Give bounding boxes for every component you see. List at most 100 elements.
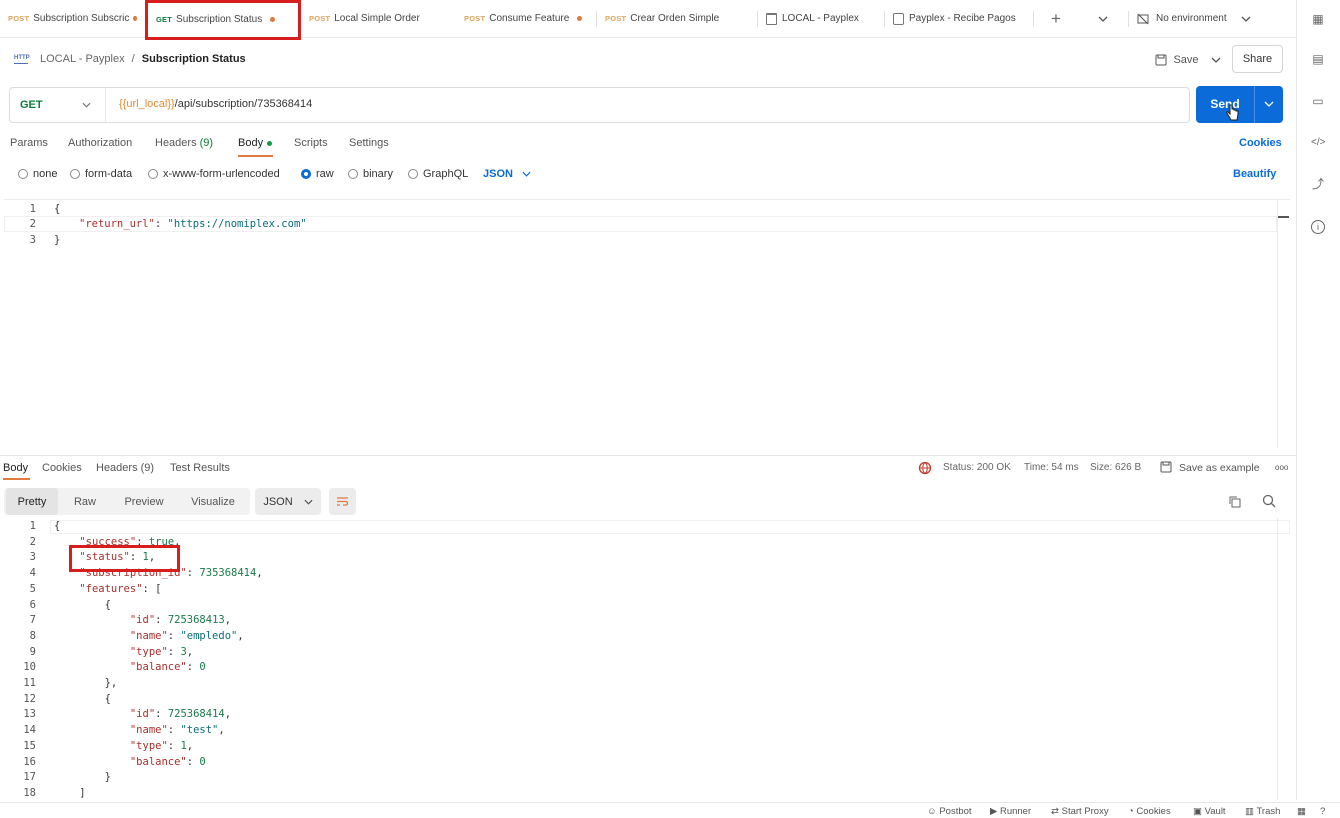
- radio-urlencoded[interactable]: x-www-form-urlencoded: [148, 168, 280, 180]
- tab-consume-feature[interactable]: POST Consume Feature: [456, 0, 596, 38]
- network-icon[interactable]: [918, 461, 932, 475]
- page-title[interactable]: Subscription Status: [142, 53, 246, 65]
- radio-form-data[interactable]: form-data: [70, 168, 132, 180]
- breadcrumb-collection[interactable]: LOCAL - Payplex: [40, 53, 125, 65]
- postbot-button[interactable]: ☺ Postbot: [927, 806, 972, 817]
- cookies-button[interactable]: ◔ Cookies: [1128, 806, 1171, 817]
- layout-icon[interactable]: ▦: [1297, 806, 1306, 817]
- code-line: },: [54, 677, 118, 689]
- tab-subscription-subscribe[interactable]: POST Subscription Subscric: [0, 0, 145, 38]
- share-button[interactable]: Share: [1232, 45, 1283, 73]
- copy-icon[interactable]: [1228, 495, 1241, 508]
- cookies-link[interactable]: Cookies: [1239, 137, 1282, 149]
- tab-headers[interactable]: Headers (9): [155, 137, 213, 149]
- vault-icon: ▣: [1193, 806, 1205, 817]
- new-tab-button[interactable]: +: [1034, 0, 1078, 38]
- line-number: 1: [29, 203, 36, 215]
- status-bar: ☺ Postbot ▶ Runner ⇄ Start Proxy ◔ Cooki…: [0, 802, 1340, 818]
- chevron-down-icon: [1241, 16, 1251, 22]
- line-number: 11: [23, 677, 36, 689]
- response-format-dropdown[interactable]: JSON: [255, 488, 321, 515]
- scrollbar[interactable]: [1277, 518, 1290, 800]
- tab-label: Crear Orden Simple: [630, 13, 720, 24]
- more-options-icon[interactable]: ooo: [1275, 463, 1288, 472]
- url-input[interactable]: {{url_local}}/api/subscription/735368414: [119, 98, 312, 110]
- view-raw[interactable]: Raw: [63, 488, 107, 515]
- line-number: 14: [23, 724, 36, 737]
- environment-quick-look-icon[interactable]: ▦: [1311, 12, 1325, 26]
- unsaved-dot-icon: [270, 17, 276, 22]
- tab-method: POST: [8, 14, 30, 23]
- code-line: {: [54, 598, 111, 611]
- chevron-down-icon: [1098, 16, 1108, 22]
- view-pretty[interactable]: Pretty: [6, 488, 58, 515]
- runner-button[interactable]: ▶ Runner: [990, 806, 1031, 817]
- radio-circle-icon: [348, 169, 358, 179]
- tab-crear-orden-simple[interactable]: POST Crear Orden Simple: [597, 0, 757, 38]
- tab-subscription-status[interactable]: GET Subscription Status: [145, 0, 301, 40]
- code-line: "type": 3,: [129, 645, 194, 658]
- tab-local-payplex[interactable]: LOCAL - Payplex: [758, 0, 884, 38]
- info-icon[interactable]: i: [1311, 220, 1325, 234]
- help-icon[interactable]: ?: [1320, 806, 1325, 817]
- radio-graphql[interactable]: GraphQL: [408, 168, 468, 180]
- response-body-editor[interactable]: 1{2 "success": true, 3 "status": 1, 4 "sub…: [0, 518, 1290, 800]
- save-button[interactable]: Save: [1150, 46, 1226, 73]
- radio-raw[interactable]: raw: [301, 168, 334, 180]
- tab-local-simple-order[interactable]: POST Local Simple Order: [301, 0, 456, 38]
- tab-list-dropdown[interactable]: [1078, 0, 1128, 38]
- trash-button[interactable]: ▥ Trash: [1245, 806, 1280, 817]
- environment-selector[interactable]: No environment: [1129, 0, 1259, 38]
- search-icon[interactable]: [1262, 494, 1276, 508]
- save-as-example-button[interactable]: Save as example: [1179, 462, 1260, 474]
- send-button[interactable]: Send: [1196, 86, 1283, 123]
- save-icon: [1155, 54, 1167, 65]
- body-format-dropdown[interactable]: JSON: [483, 168, 531, 180]
- code-icon[interactable]: </>: [1311, 136, 1325, 150]
- related-icon[interactable]: ⤴: [1311, 177, 1325, 191]
- view-preview[interactable]: Preview: [113, 488, 175, 515]
- response-tab-tests[interactable]: Test Results: [170, 462, 230, 474]
- radio-selected-icon: [301, 169, 311, 179]
- code-line: }: [54, 771, 111, 784]
- cookies-label: Cookies: [1136, 806, 1171, 817]
- documentation-icon[interactable]: ▤: [1311, 52, 1325, 66]
- breadcrumb: LOCAL - Payplex / Subscription Status: [40, 53, 246, 65]
- active-tab-underline: [3, 478, 30, 480]
- radio-binary[interactable]: binary: [348, 168, 393, 180]
- method-selector[interactable]: GET: [10, 88, 106, 122]
- wrap-lines-button[interactable]: [329, 488, 356, 515]
- proxy-label: Start Proxy: [1061, 806, 1109, 817]
- request-body-editor[interactable]: 1 2 3 { "return_url": "https://nomiplex.…: [4, 199, 1290, 448]
- comments-icon[interactable]: ▭: [1311, 94, 1325, 108]
- chevron-down-icon[interactable]: [1211, 57, 1221, 63]
- response-tab-body[interactable]: Body: [3, 462, 28, 474]
- tab-scripts[interactable]: Scripts: [294, 137, 328, 149]
- response-tab-headers[interactable]: Headers (9): [96, 462, 154, 474]
- vault-button[interactable]: ▣ Vault: [1193, 806, 1226, 817]
- current-line-highlight: [50, 520, 1290, 534]
- tab-settings[interactable]: Settings: [349, 137, 389, 149]
- scrollbar[interactable]: [1277, 200, 1290, 448]
- response-tab-cookies[interactable]: Cookies: [42, 462, 82, 474]
- tab-body[interactable]: Body: [238, 137, 273, 149]
- beautify-button[interactable]: Beautify: [1233, 168, 1276, 180]
- view-visualize[interactable]: Visualize: [182, 488, 244, 515]
- tab-body-label: Body: [238, 137, 264, 149]
- radio-none[interactable]: none: [18, 168, 57, 180]
- body-format-label: JSON: [483, 168, 513, 180]
- code-line: "name": "empledo",: [129, 629, 244, 642]
- radio-label: x-www-form-urlencoded: [163, 168, 280, 180]
- line-number: 7: [29, 614, 36, 627]
- tab-authorization[interactable]: Authorization: [68, 137, 132, 149]
- start-proxy-button[interactable]: ⇄ Start Proxy: [1051, 806, 1109, 817]
- radio-circle-icon: [18, 169, 28, 179]
- tab-params[interactable]: Params: [10, 137, 48, 149]
- line-number: 4: [29, 567, 36, 580]
- chevron-down-icon: [522, 171, 531, 177]
- tab-payplex-recibe-pagos[interactable]: Payplex - Recibe Pagos: [885, 0, 1033, 38]
- response-time: Time: 54 ms: [1024, 462, 1079, 473]
- line-number: 5: [29, 582, 36, 595]
- chevron-down-icon[interactable]: [1264, 101, 1274, 107]
- save-icon: [1160, 461, 1172, 473]
